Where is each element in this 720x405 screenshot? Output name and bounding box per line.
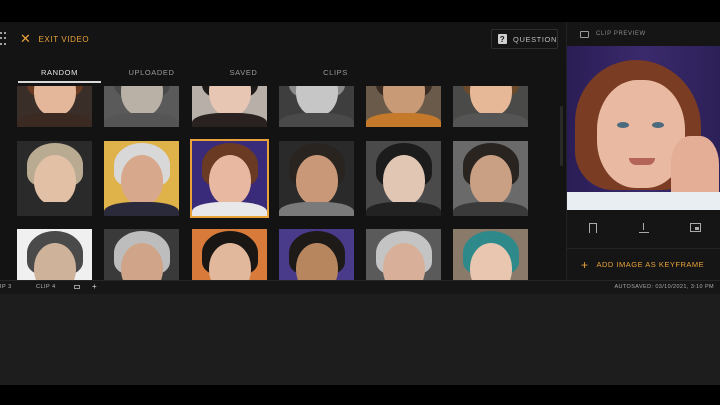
- autosave-status: AUTOSAVED: 03/10/2021, 3:10 PM: [614, 284, 714, 290]
- face-thumbnail[interactable]: [104, 86, 179, 127]
- clip-preview-header: CLIP PREVIEW: [567, 22, 720, 46]
- add-clip-icon[interactable]: +: [92, 282, 97, 291]
- close-icon: ✕: [20, 31, 32, 46]
- bookmark-icon[interactable]: [587, 222, 599, 234]
- question-button[interactable]: ? QUESTION: [491, 29, 558, 49]
- face-thumbnail[interactable]: [453, 86, 528, 127]
- question-label: QUESTION: [513, 34, 557, 44]
- tab-random[interactable]: RANDOM: [18, 66, 101, 86]
- face-thumbnail[interactable]: [366, 141, 441, 216]
- tab-clips[interactable]: CLIPS: [294, 66, 377, 86]
- face-thumbnail[interactable]: [279, 86, 354, 127]
- face-thumbnail[interactable]: [104, 229, 179, 280]
- face-thumbnail[interactable]: [104, 141, 179, 216]
- clip-preview-panel: CLIP PREVIEW + ADD IMAGE AS KEYFRAME: [566, 22, 720, 280]
- face-thumbnail[interactable]: [366, 86, 441, 127]
- face-thumbnail-selected[interactable]: [190, 139, 269, 218]
- clip-thumbnail-icon[interactable]: [74, 285, 80, 289]
- face-thumbnail[interactable]: [279, 229, 354, 280]
- face-thumbnail[interactable]: [366, 229, 441, 280]
- face-thumbnail[interactable]: [17, 141, 92, 216]
- face-image-grid: [0, 86, 566, 280]
- image-source-tabs: RANDOM UPLOADED SAVED CLIPS: [18, 66, 566, 86]
- tab-saved[interactable]: SAVED: [202, 66, 285, 86]
- timeline-area: [0, 294, 720, 385]
- menu-dots-icon[interactable]: [0, 32, 6, 46]
- exit-video-label: EXIT VIDEO: [38, 34, 90, 44]
- picture-in-picture-icon[interactable]: [689, 222, 701, 234]
- clip-preview-icon: [580, 30, 589, 38]
- clip-tab-previous[interactable]: IP 3: [0, 284, 12, 290]
- face-thumbnail[interactable]: [192, 229, 267, 280]
- clip-tab-current[interactable]: CLIP 4: [36, 284, 56, 290]
- clip-preview-title: CLIP PREVIEW: [596, 31, 646, 37]
- face-thumbnail[interactable]: [17, 229, 92, 280]
- face-thumbnail[interactable]: [17, 86, 92, 127]
- tab-uploaded[interactable]: UPLOADED: [110, 66, 193, 86]
- timeline-clip-strip: IP 3 CLIP 4 + AUTOSAVED: 03/10/2021, 3:1…: [0, 280, 720, 294]
- face-thumbnail[interactable]: [453, 229, 528, 280]
- clip-preview-image: [567, 46, 720, 210]
- face-thumbnail[interactable]: [453, 141, 528, 216]
- add-image-as-keyframe-button[interactable]: + ADD IMAGE AS KEYFRAME: [567, 248, 720, 280]
- grid-scrollbar[interactable]: [560, 86, 564, 280]
- preview-toolbar: [567, 217, 720, 239]
- question-icon: ?: [498, 34, 508, 44]
- exit-video-button[interactable]: ✕ EXIT VIDEO: [20, 31, 90, 46]
- add-keyframe-label: ADD IMAGE AS KEYFRAME: [596, 260, 705, 269]
- editor-window: ✕ EXIT VIDEO ? QUESTION RANDOM UPLOADED …: [0, 22, 720, 385]
- face-thumbnail[interactable]: [279, 141, 354, 216]
- download-icon[interactable]: [638, 222, 650, 234]
- plus-icon: +: [581, 257, 589, 272]
- face-thumbnail[interactable]: [192, 86, 267, 127]
- top-bar: ✕ EXIT VIDEO ? QUESTION: [0, 22, 566, 58]
